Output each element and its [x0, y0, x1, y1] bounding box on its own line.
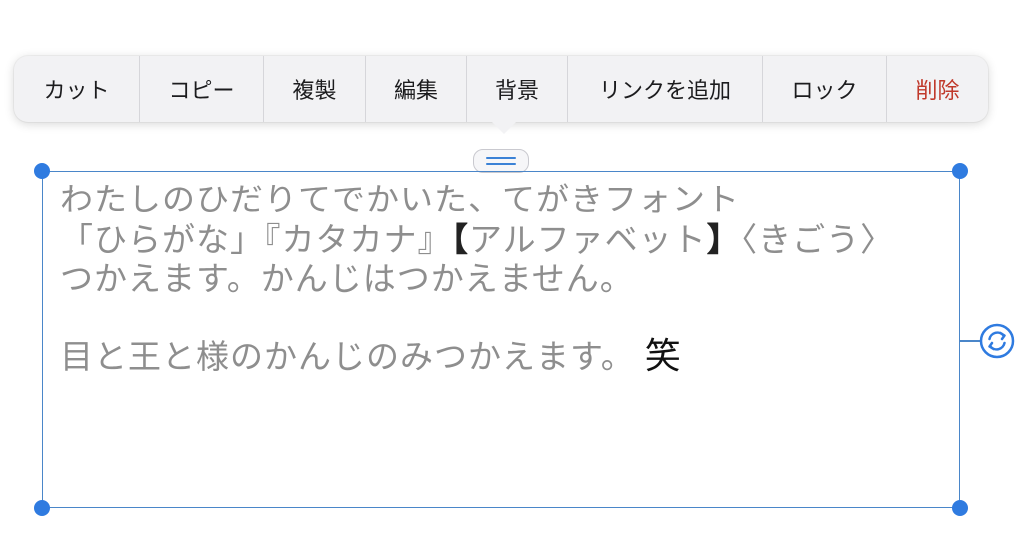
- canvas: カット コピー 複製 編集 背景 リンクを追加 ロック 削除 わたしのひだりてで…: [0, 0, 1024, 560]
- menu-item-background[interactable]: 背景: [467, 56, 568, 122]
- resize-handle-bottom-left[interactable]: [34, 500, 50, 516]
- text-line-4-main: 目と王と様のかんじのみつかえます。: [60, 337, 635, 376]
- menu-item-copy[interactable]: コピー: [140, 56, 264, 122]
- text-line-3: つかえます。かんじはつかえません。: [60, 259, 634, 298]
- text-line-2-part-c: 〈きごう〉: [740, 220, 895, 259]
- rotate-icon[interactable]: [978, 322, 1016, 360]
- menu-item-add-link[interactable]: リンクを追加: [568, 56, 763, 122]
- text-line-4: 目と王と様のかんじのみつかえます。笑: [60, 327, 682, 379]
- laugh-character: 笑: [644, 336, 682, 377]
- context-menu: カット コピー 複製 編集 背景 リンクを追加 ロック 削除: [14, 56, 988, 122]
- resize-handle-top-right[interactable]: [952, 163, 968, 179]
- rotate-connector: [960, 340, 980, 342]
- menu-item-cut[interactable]: カット: [14, 56, 140, 122]
- menu-item-duplicate[interactable]: 複製: [264, 56, 366, 122]
- menu-item-edit[interactable]: 編集: [366, 56, 467, 122]
- menu-item-delete[interactable]: 削除: [887, 56, 988, 122]
- resize-handle-bottom-right[interactable]: [952, 500, 968, 516]
- drag-handle-icon[interactable]: [473, 149, 529, 173]
- menu-item-lock[interactable]: ロック: [763, 56, 887, 122]
- menu-pointer: [490, 120, 518, 134]
- resize-handle-top-left[interactable]: [34, 163, 50, 179]
- bracket-close: 】: [706, 220, 741, 259]
